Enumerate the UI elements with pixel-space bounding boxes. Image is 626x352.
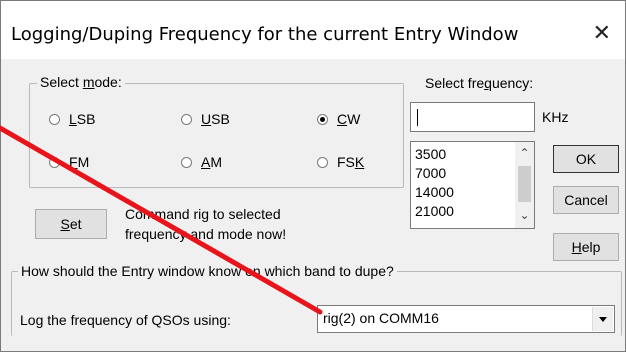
command-text-line1: Command rig to selected	[125, 206, 281, 222]
mode-group-legend: Select mode:	[37, 74, 125, 90]
radio-label: USB	[201, 111, 230, 127]
rig-combobox-value: rig(2) on COMM16	[323, 310, 439, 326]
scroll-down-icon[interactable]: ⌄	[515, 208, 534, 222]
cancel-button[interactable]: Cancel	[553, 186, 619, 214]
frequency-input[interactable]	[410, 102, 535, 132]
radio-fsk[interactable]: FSK	[317, 153, 364, 171]
radio-fm[interactable]: FM	[49, 153, 89, 171]
radio-cw[interactable]: CW	[317, 110, 360, 128]
scroll-up-icon[interactable]: ⌃	[515, 146, 534, 160]
radio-circle-selected	[317, 113, 328, 125]
list-item[interactable]: 21000	[415, 203, 454, 219]
radio-label: AM	[201, 154, 223, 170]
frequency-listbox[interactable]: 3500 7000 14000 21000 ⌃ ⌄	[410, 141, 535, 229]
radio-circle	[181, 156, 192, 168]
select-frequency-label: Select frequency:	[425, 75, 534, 91]
khz-label: KHz	[542, 109, 569, 125]
radio-label: LSB	[69, 111, 96, 127]
mode-groupbox	[29, 83, 404, 188]
rig-combobox[interactable]: rig(2) on COMM16	[317, 305, 615, 333]
radio-dot	[320, 116, 325, 122]
dupe-group-legend: How should the Entry window know on whic…	[18, 263, 397, 279]
radio-circle	[49, 156, 60, 168]
command-text-line2: frequency and mode now!	[125, 226, 287, 242]
listbox-scrollbar[interactable]: ⌃ ⌄	[515, 142, 534, 228]
log-frequency-label: Log the frequency of QSOs using:	[20, 312, 231, 328]
text-caret	[417, 109, 418, 126]
radio-am[interactable]: AM	[181, 153, 222, 171]
radio-circle	[181, 113, 192, 125]
help-button[interactable]: Help	[553, 233, 619, 261]
list-item[interactable]: 14000	[415, 184, 454, 200]
ok-button[interactable]: OK	[553, 145, 619, 173]
title-bar: Logging/Duping Frequency for the current…	[1, 1, 625, 59]
radio-circle	[49, 113, 60, 125]
window-title: Logging/Duping Frequency for the current…	[11, 24, 519, 45]
scroll-thumb[interactable]	[518, 166, 531, 202]
radio-usb[interactable]: USB	[181, 110, 230, 128]
close-icon[interactable]: ✕	[593, 21, 611, 46]
radio-label: FSK	[337, 154, 365, 170]
list-item[interactable]: 3500	[415, 146, 446, 162]
dialog-window: Logging/Duping Frequency for the current…	[0, 0, 626, 352]
radio-lsb[interactable]: LSB	[49, 110, 95, 128]
radio-circle	[317, 156, 328, 168]
list-item[interactable]: 7000	[415, 165, 446, 181]
chevron-down-icon[interactable]	[592, 307, 613, 331]
radio-label: CW	[337, 111, 361, 127]
set-button[interactable]: Set	[35, 209, 107, 239]
radio-label: FM	[69, 154, 90, 170]
